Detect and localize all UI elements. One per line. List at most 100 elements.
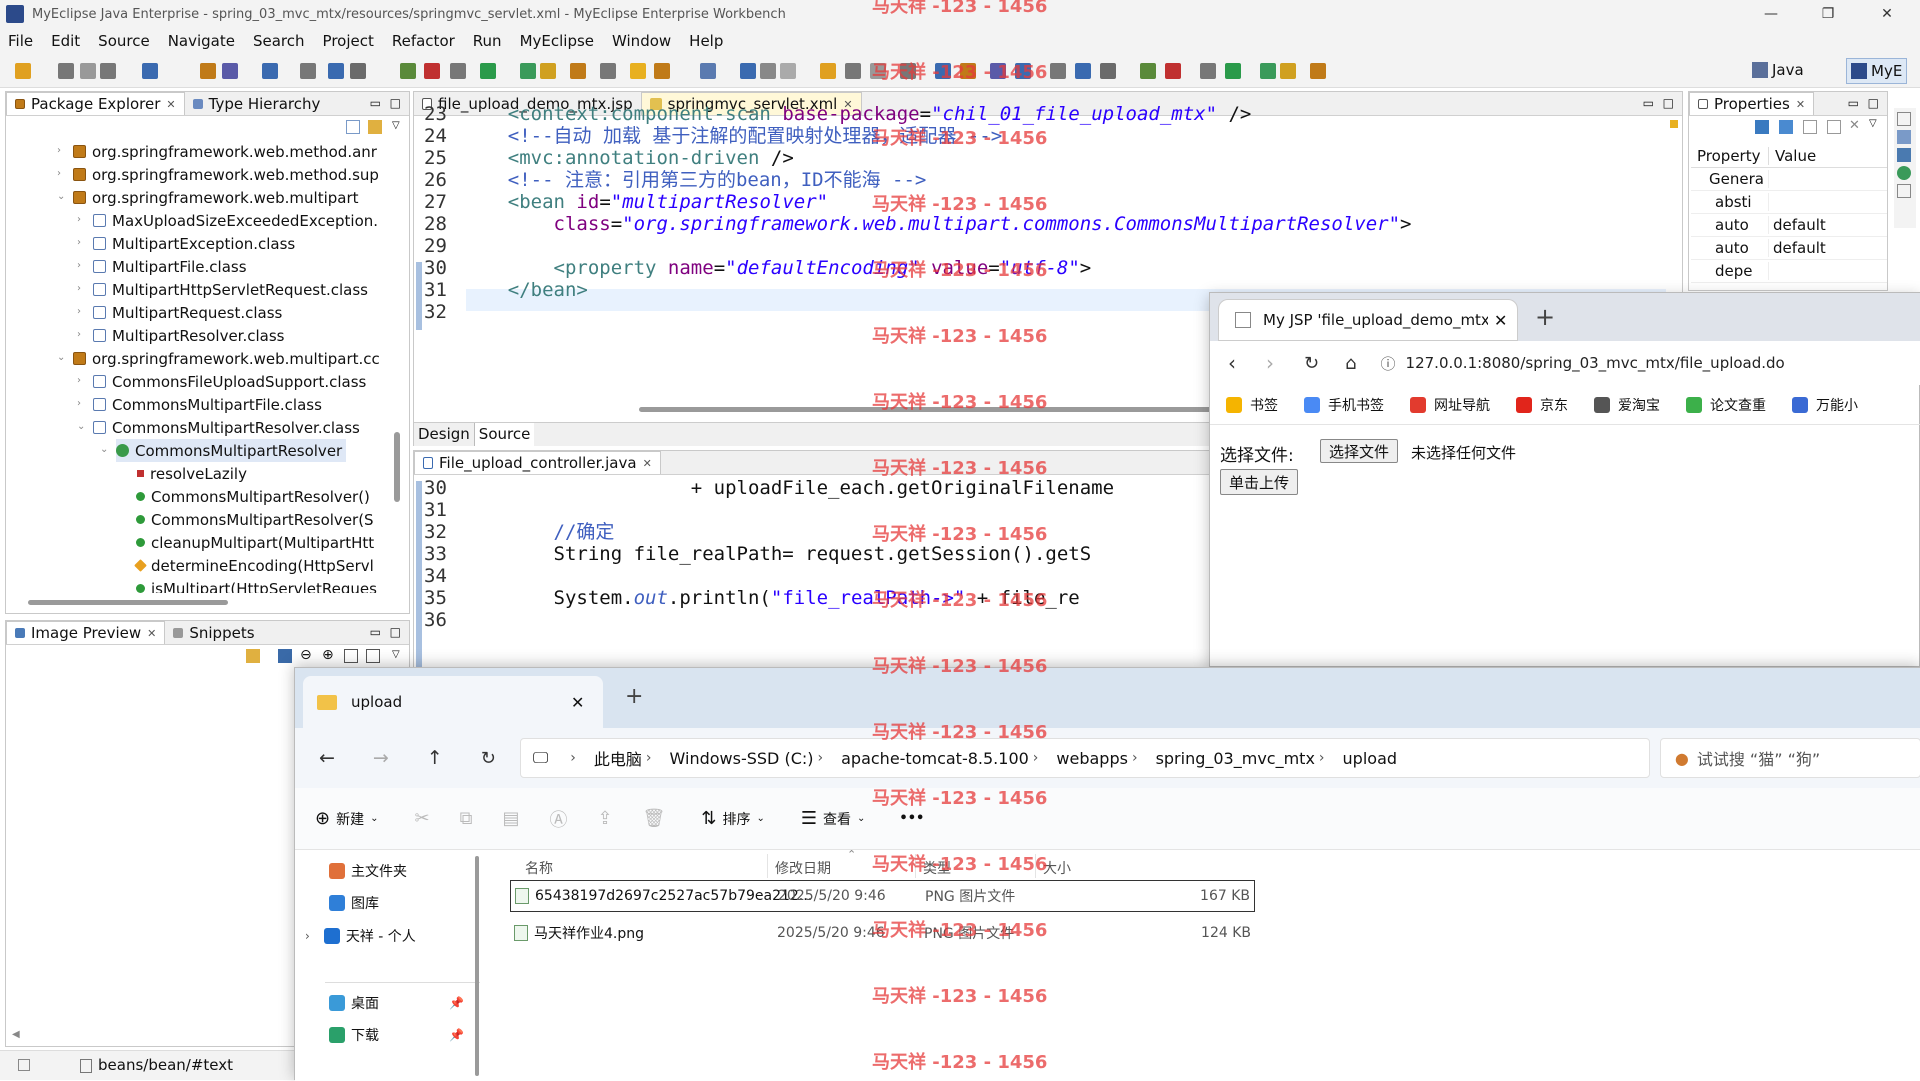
- cut-icon[interactable]: ✂: [414, 808, 429, 829]
- toolbar-tool-icon[interactable]: [700, 63, 716, 79]
- search-box[interactable]: ● 试试搜 “猫” “狗”: [1659, 738, 1920, 778]
- address-bar[interactable]: 127.0.0.1:8080/spring_03_mvc_mtx/file_up…: [1406, 354, 1785, 372]
- breadcrumb-separator-icon[interactable]: ›: [1033, 750, 1039, 766]
- sidebar-item[interactable]: › 天祥 - 个人: [305, 923, 416, 949]
- collapsed-arrow-icon[interactable]: ›: [77, 283, 81, 294]
- tab-image-preview[interactable]: Image Preview ✕: [6, 621, 166, 644]
- collapsed-arrow-icon[interactable]: ›: [77, 306, 81, 317]
- collapsed-arrow-icon[interactable]: ›: [77, 237, 81, 248]
- breadcrumb-item[interactable]: upload: [1343, 749, 1398, 768]
- close-tab-icon[interactable]: ✕: [1796, 98, 1805, 111]
- toolbar-tool-icon[interactable]: [262, 63, 278, 79]
- toolbar-tool-icon[interactable]: [1100, 63, 1116, 79]
- tree-item[interactable]: › MultipartRequest.class: [77, 301, 282, 324]
- bookmark-item[interactable]: 手机书签: [1304, 395, 1384, 415]
- collapsed-arrow-icon[interactable]: ›: [77, 375, 81, 386]
- delete-icon[interactable]: 🗑: [643, 808, 666, 829]
- link-with-editor-icon[interactable]: [368, 120, 382, 134]
- tree-item[interactable]: › CommonsMultipartFile.class: [77, 393, 322, 416]
- toolbar-tool-icon[interactable]: [820, 63, 836, 79]
- tree-item[interactable]: ⌄ CommonsMultipartResolver.class: [77, 416, 360, 439]
- reload-icon[interactable]: ↻: [1304, 353, 1319, 374]
- close-tab-icon[interactable]: ✕: [166, 98, 175, 111]
- expanded-arrow-icon[interactable]: ⌄: [57, 352, 65, 363]
- bookmark-item[interactable]: 万能小: [1792, 395, 1858, 415]
- maximize-view-icon[interactable]: □: [1868, 96, 1879, 110]
- breadcrumb-separator-icon[interactable]: ›: [570, 750, 576, 766]
- close-tab-icon[interactable]: ✕: [571, 693, 584, 712]
- zoom-in-icon[interactable]: ⊕: [322, 647, 334, 663]
- minimize-icon[interactable]: —: [1748, 0, 1794, 28]
- tree-item[interactable]: isMultipart(HttpServletReques: [134, 577, 377, 593]
- menu-refactor[interactable]: Refactor: [392, 32, 455, 50]
- toolbar-tool-icon[interactable]: [328, 63, 344, 79]
- toolbar-tool-icon[interactable]: [300, 63, 316, 79]
- breadcrumb[interactable]: 🖵 › 此电脑 › Windows-SSD (C:) › apache-tomcat-8.5…: [519, 738, 1650, 778]
- toolbar-tool-icon[interactable]: [1165, 63, 1181, 79]
- new-tab-icon[interactable]: +: [625, 684, 643, 709]
- toolbar-tool-icon[interactable]: [222, 63, 238, 79]
- minimize-view-icon[interactable]: ▭: [1848, 96, 1859, 110]
- tab-design[interactable]: Design: [414, 423, 475, 446]
- collapse-all-icon[interactable]: [346, 120, 360, 134]
- breadcrumb-separator-icon[interactable]: ›: [1132, 750, 1138, 766]
- toolbar-tool-icon[interactable]: [142, 63, 158, 79]
- property-row[interactable]: auto default: [1691, 237, 1887, 260]
- explorer-tab[interactable]: upload ✕: [303, 676, 603, 728]
- toolbar-tool-icon[interactable]: [1200, 63, 1216, 79]
- collapsed-arrow-icon[interactable]: ›: [77, 398, 81, 409]
- toolbar-tool-icon[interactable]: [58, 63, 74, 79]
- up-icon[interactable]: ↑: [427, 747, 443, 769]
- toolbar-tool-icon[interactable]: [780, 63, 796, 79]
- minimize-view-icon[interactable]: ▭: [370, 625, 381, 639]
- tab-source[interactable]: Source: [474, 423, 535, 446]
- tab-file-upload-controller[interactable]: File_upload_controller.java ✕: [414, 451, 661, 474]
- maximize-icon[interactable]: ❐: [1805, 0, 1851, 28]
- tree-item[interactable]: › org.springframework.web.method.sup: [57, 163, 379, 186]
- column-divider[interactable]: [767, 854, 768, 878]
- column-header[interactable]: 修改日期: [775, 858, 831, 878]
- sidebar-scrollbar[interactable]: [475, 856, 479, 1076]
- expanded-arrow-icon[interactable]: ⌄: [100, 444, 108, 455]
- toolbar-tool-icon[interactable]: [200, 63, 216, 79]
- menu-window[interactable]: Window: [612, 32, 671, 50]
- bookmark-item[interactable]: 论文查重: [1686, 395, 1766, 415]
- toolbar-tool-icon[interactable]: [400, 63, 416, 79]
- perspective-java[interactable]: Java: [1752, 61, 1804, 79]
- minimize-view-icon[interactable]: ▭: [370, 96, 381, 110]
- property-row[interactable]: Genera: [1691, 168, 1887, 191]
- tree-item[interactable]: › CommonsFileUploadSupport.class: [77, 370, 366, 393]
- more-button[interactable]: •••: [899, 811, 924, 826]
- tab-type-hierarchy[interactable]: Type Hierarchy: [185, 92, 329, 115]
- trim-view-icon-2[interactable]: [1897, 130, 1911, 144]
- sidebar-item[interactable]: 下载 📌: [329, 1022, 464, 1048]
- view-button[interactable]: 查看: [823, 809, 851, 829]
- back-icon[interactable]: ←: [319, 747, 335, 769]
- toolbar-tool-icon[interactable]: [1280, 63, 1296, 79]
- breadcrumb-separator-icon[interactable]: ›: [818, 750, 824, 766]
- tree-item[interactable]: › MultipartFile.class: [77, 255, 247, 278]
- breadcrumb-item[interactable]: Windows-SSD (C:): [670, 749, 814, 768]
- toolbar-tool-icon[interactable]: [100, 63, 116, 79]
- expanded-arrow-icon[interactable]: ⌄: [77, 421, 85, 432]
- fit-window-icon[interactable]: [366, 649, 380, 663]
- site-info-icon[interactable]: ⓘ: [1381, 353, 1396, 374]
- toolbar-tool-icon[interactable]: [1260, 63, 1276, 79]
- menu-file[interactable]: File: [8, 32, 33, 50]
- bookmark-item[interactable]: 书签: [1226, 395, 1278, 415]
- collapsed-arrow-icon[interactable]: ›: [77, 329, 81, 340]
- toolbar-tool-icon[interactable]: [630, 63, 646, 79]
- tree-item[interactable]: determineEncoding(HttpServl: [134, 554, 374, 577]
- menu-edit[interactable]: Edit: [51, 32, 80, 50]
- paste-icon[interactable]: ▤: [502, 808, 519, 829]
- pin-icon[interactable]: 📌: [449, 996, 464, 1010]
- maximize-view-icon[interactable]: □: [390, 625, 401, 639]
- sidebar-item[interactable]: 桌面 📌: [329, 990, 464, 1016]
- copy-icon[interactable]: ⧉: [460, 808, 473, 829]
- breadcrumb-item[interactable]: apache-tomcat-8.5.100: [841, 749, 1029, 768]
- toolbar-tool-icon[interactable]: [740, 63, 756, 79]
- toolbar-tool-icon[interactable]: [1310, 63, 1326, 79]
- property-row[interactable]: absti: [1691, 191, 1887, 214]
- bookmark-item[interactable]: 爱淘宝: [1594, 395, 1660, 415]
- toolbar-tool-icon[interactable]: [760, 63, 776, 79]
